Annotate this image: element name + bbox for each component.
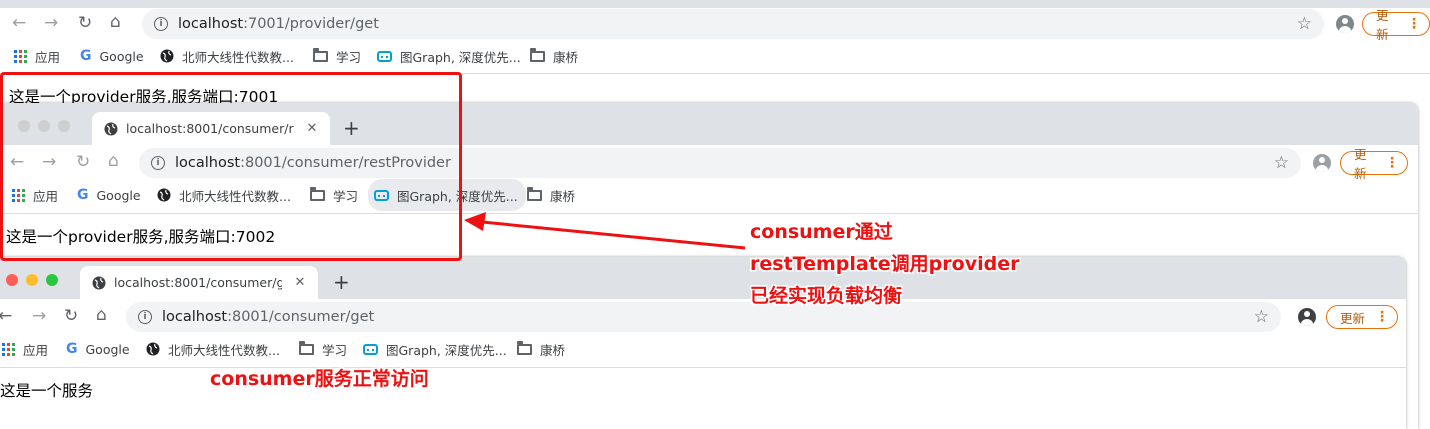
bookmark-kangqiao-folder[interactable]: 康桥 [517, 333, 565, 365]
globe-icon [160, 49, 174, 63]
page-content-text: 这是一个服务 [0, 382, 94, 400]
bookmark-apps[interactable]: 应用 [2, 333, 48, 365]
home-icon[interactable]: ⌂ [96, 305, 107, 325]
google-icon: G [80, 48, 92, 64]
window-zoom-dot[interactable] [46, 274, 58, 286]
bookmark-label: 康桥 [553, 49, 579, 65]
url-path: :7001/provider/get [243, 16, 379, 32]
annotation-line-2: restTemplate调用provider [750, 253, 1020, 275]
update-label: 更新 [1376, 8, 1389, 42]
bookmarks-bar: 应用 G Google 北师大线性代数教... 学习 图Graph, 深度优先..… [0, 40, 1430, 72]
globe-icon [92, 276, 106, 289]
bookmark-star-icon[interactable]: ☆ [1254, 307, 1269, 327]
back-icon[interactable]: ← [12, 13, 26, 33]
bookmark-graph[interactable]: 图Graph, 深度优先... [363, 333, 507, 365]
url-host: localhost [162, 309, 228, 325]
reload-icon[interactable]: ↻ [78, 13, 92, 33]
bookmark-google[interactable]: G Google [80, 40, 144, 72]
tab-strip [0, 0, 1430, 8]
google-icon: G [66, 341, 78, 357]
bookmark-study-folder[interactable]: 学习 [299, 333, 347, 365]
window-close-dot[interactable] [6, 274, 18, 286]
bilibili-icon [363, 343, 378, 355]
bookmark-star-icon[interactable]: ☆ [1297, 14, 1312, 34]
update-label: 更新 [1340, 310, 1366, 326]
forward-icon[interactable]: → [32, 306, 46, 326]
bookmark-study-folder[interactable]: 学习 [313, 40, 361, 72]
profile-avatar-icon[interactable] [1313, 154, 1331, 172]
update-button[interactable]: 更新 ⋮ [1340, 147, 1408, 181]
bookmark-label: 北师大线性代数教... [168, 342, 280, 358]
profile-avatar-icon[interactable] [1298, 308, 1316, 326]
bookmark-label: 康桥 [540, 342, 566, 358]
bookmark-label: 应用 [35, 49, 61, 65]
update-button[interactable]: 更新 ⋮ [1326, 305, 1398, 329]
home-icon[interactable]: ⌂ [110, 12, 121, 32]
update-button[interactable]: 更新 ⋮ [1362, 8, 1430, 42]
info-icon[interactable]: i [138, 310, 152, 324]
browser-window-consumer-get: localhost:8001/consumer/get ✕ + ← → ↻ ⌂ … [0, 257, 1406, 429]
bookmark-label: 康桥 [550, 188, 576, 204]
tab-consumer-get[interactable]: localhost:8001/consumer/get ✕ [80, 266, 318, 299]
bookmark-label: 学习 [336, 49, 362, 65]
apps-grid-icon [2, 342, 15, 356]
profile-avatar-icon[interactable] [1336, 15, 1354, 33]
bookmark-star-icon[interactable]: ☆ [1274, 153, 1289, 173]
bookmark-label: 学习 [322, 342, 348, 358]
url-host: localhost [178, 16, 244, 32]
annotation-consumer-ok: consumer服务正常访问 [210, 368, 429, 390]
bookmark-graph[interactable]: 图Graph, 深度优先... [377, 40, 521, 72]
bookmark-label: Google [85, 341, 130, 357]
new-tab-icon[interactable]: + [333, 270, 350, 294]
menu-kebab-icon[interactable]: ⋮ [1375, 309, 1389, 325]
address-bar[interactable]: i localhost:8001/consumer/get ☆ [126, 302, 1281, 332]
bookmark-google[interactable]: G Google [66, 333, 130, 365]
annotation-line-1: consumer通过 [750, 221, 893, 243]
update-label: 更新 [1354, 147, 1367, 181]
bookmark-linear-algebra[interactable]: 北师大线性代数教... [160, 40, 294, 72]
folder-icon [299, 340, 314, 355]
bookmark-label: 北师大线性代数教... [182, 49, 294, 65]
bookmark-kangqiao-folder[interactable]: 康桥 [527, 179, 575, 211]
bookmark-label: 图Graph, 深度优先... [386, 342, 507, 358]
bookmark-linear-algebra[interactable]: 北师大线性代数教... [146, 333, 280, 365]
back-icon[interactable]: ← [0, 306, 12, 326]
bookmark-label: 应用 [23, 342, 49, 358]
bookmark-label: Google [99, 48, 144, 64]
highlight-box [0, 72, 462, 261]
bookmark-apps[interactable]: 应用 [14, 40, 60, 72]
globe-icon [146, 342, 160, 356]
tab-close-icon[interactable]: ✕ [292, 275, 308, 290]
tab-title: localhost:8001/consumer/get [114, 275, 282, 290]
folder-icon [313, 47, 328, 62]
folder-icon [530, 47, 545, 62]
info-icon[interactable]: i [154, 17, 168, 31]
forward-icon[interactable]: → [44, 13, 58, 33]
url-path: :8001/consumer/get [227, 309, 375, 325]
reload-icon[interactable]: ↻ [64, 306, 78, 326]
folder-icon [527, 186, 542, 201]
apps-grid-icon [14, 49, 27, 63]
window-minimize-dot[interactable] [26, 274, 38, 286]
bookmark-label: 图Graph, 深度优先... [400, 49, 521, 65]
bookmarks-bar: 应用 G Google 北师大线性代数教... 学习 图Graph, 深度优先..… [0, 333, 1406, 365]
menu-kebab-icon[interactable]: ⋮ [1385, 155, 1399, 171]
toolbar: ← → ↻ ⌂ i localhost:7001/provider/get ☆ … [0, 8, 1430, 42]
folder-icon [517, 340, 532, 355]
bilibili-icon [377, 50, 392, 62]
annotation-line-3: 已经实现负载均衡 [750, 285, 903, 307]
bookmark-kangqiao-folder[interactable]: 康桥 [530, 40, 578, 72]
menu-kebab-icon[interactable]: ⋮ [1407, 16, 1421, 32]
address-bar[interactable]: i localhost:7001/provider/get ☆ [142, 9, 1324, 39]
toolbar: ← → ↻ ⌂ i localhost:8001/consumer/get ☆ … [0, 299, 1406, 333]
